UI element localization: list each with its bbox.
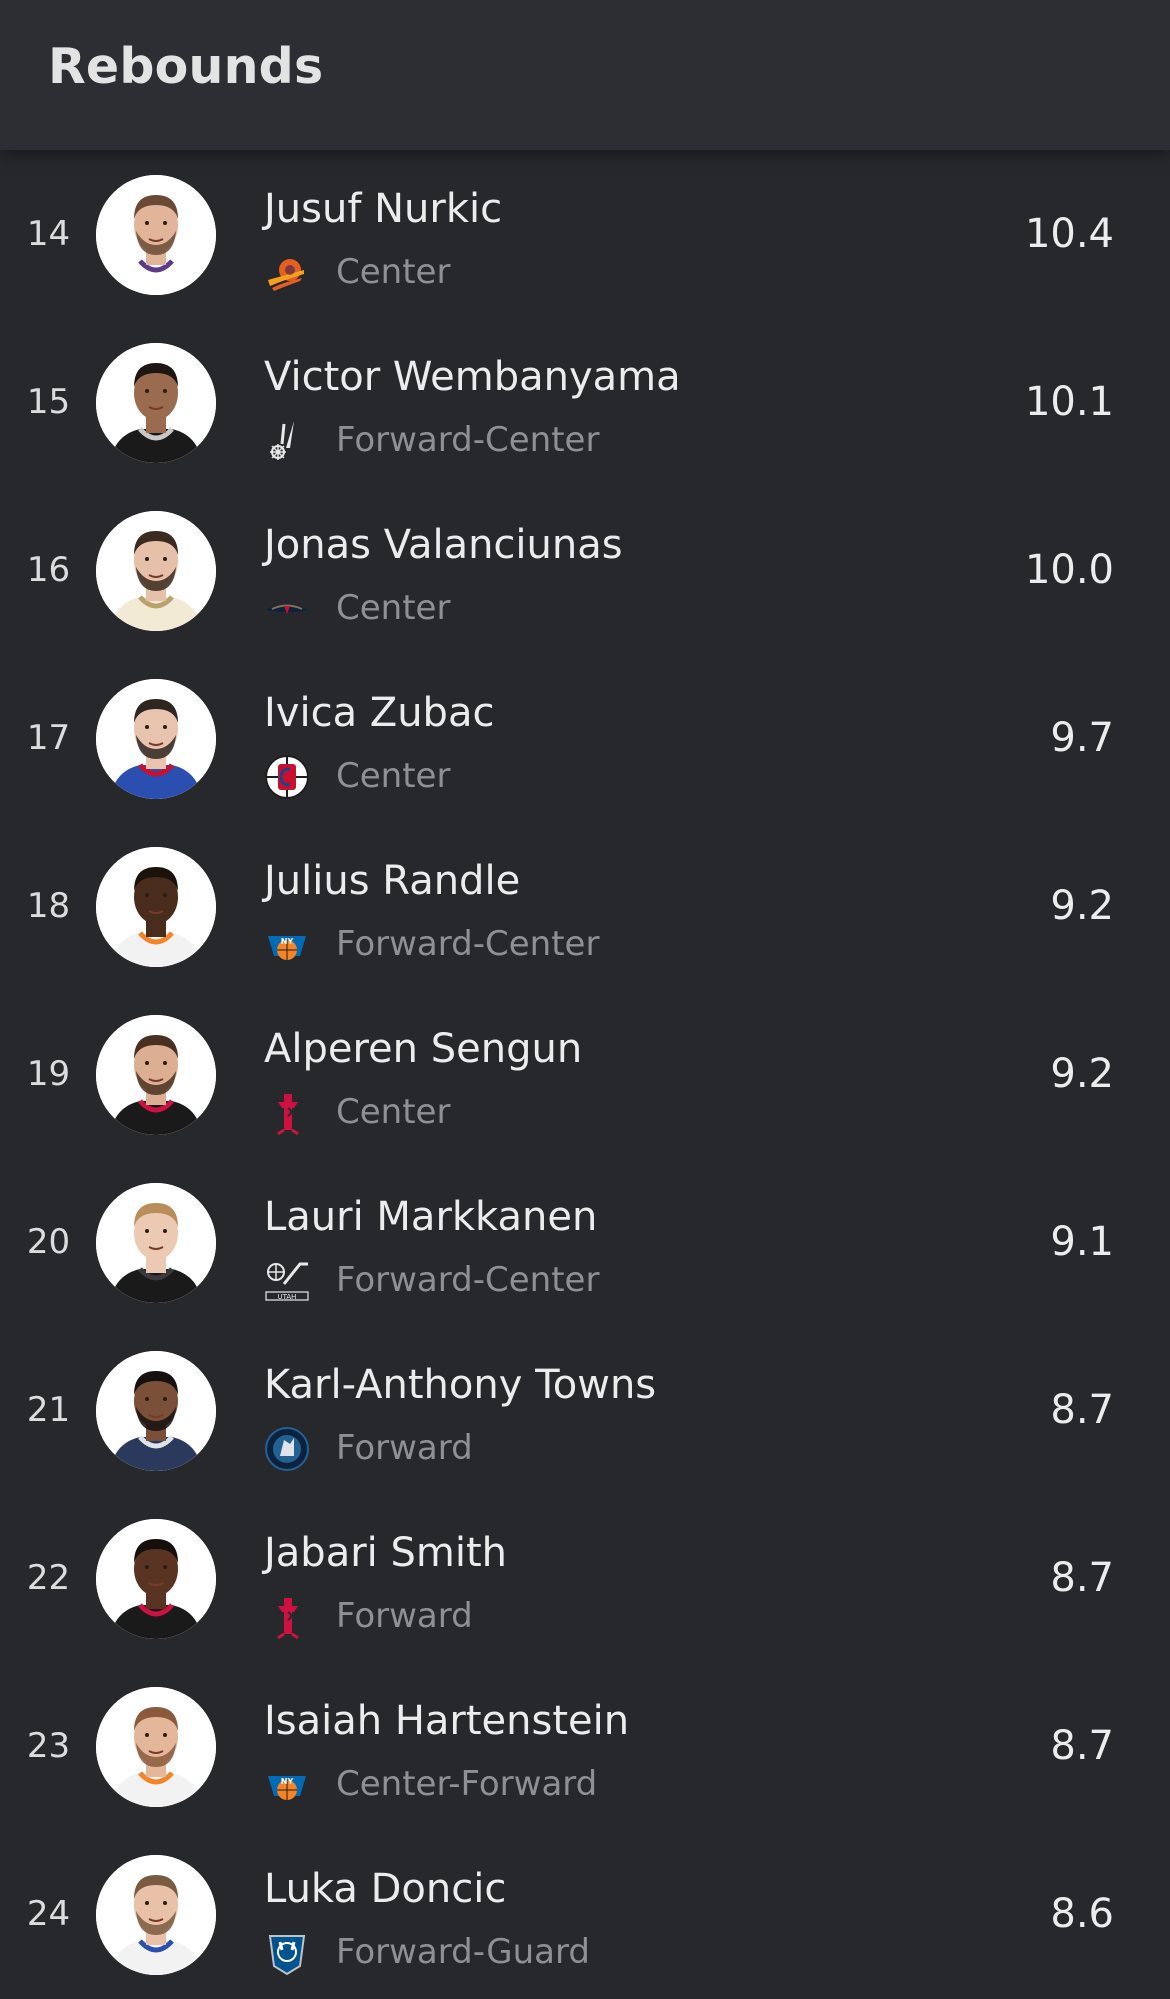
player-position: Forward-Center (336, 420, 600, 460)
player-position: Center (336, 588, 451, 628)
list-item[interactable]: 17 Ivica Zubac Center 9.7 (0, 654, 1170, 822)
player-position: Forward-Guard (336, 1932, 590, 1972)
player-position: Forward-Center (336, 924, 600, 964)
list-item[interactable]: 19 Alperen Sengun Center 9.2 (0, 990, 1170, 1158)
rebounds-value: 8.6 (1050, 1891, 1114, 1937)
player-avatar (96, 679, 216, 799)
spurs-logo-icon (264, 418, 310, 464)
player-avatar (96, 1183, 216, 1303)
list-item[interactable]: 15 Victor Wembanyama Forward-Center 10.1 (0, 318, 1170, 486)
svg-text:UTAH: UTAH (278, 1293, 297, 1301)
rebounds-value: 10.0 (1024, 547, 1114, 593)
player-position: Center (336, 1092, 451, 1132)
rebounds-value: 10.1 (1024, 379, 1114, 425)
player-avatar (96, 175, 216, 295)
svg-text:NY: NY (281, 937, 294, 946)
rebounds-value: 10.4 (1024, 211, 1114, 257)
player-avatar (96, 511, 216, 631)
player-position: Center (336, 756, 451, 796)
rebounds-value: 8.7 (1050, 1723, 1114, 1769)
player-name: Lauri Markkanen (264, 1194, 598, 1240)
rockets-logo-icon (264, 1090, 310, 1136)
rank-number: 18 (26, 886, 71, 926)
rockets-logo-icon (264, 1594, 310, 1640)
player-name: Luka Doncic (264, 1866, 507, 1912)
rank-number: 24 (26, 1894, 71, 1934)
player-name: Jonas Valanciunas (264, 522, 623, 568)
player-name: Victor Wembanyama (264, 354, 681, 400)
svg-text:NY: NY (281, 1777, 294, 1786)
list-item[interactable]: 14 Jusuf Nurkic Center 10.4 (0, 150, 1170, 318)
player-avatar (96, 1519, 216, 1639)
player-avatar (96, 343, 216, 463)
list-item[interactable]: 20 Lauri Markkanen UTAH Forward-Center 9.1 (0, 1158, 1170, 1326)
rank-number: 21 (26, 1390, 71, 1430)
player-name: Jabari Smith (264, 1530, 507, 1576)
player-avatar (96, 1687, 216, 1807)
rebounds-value: 8.7 (1050, 1387, 1114, 1433)
knicks-logo-icon: NY (264, 922, 310, 968)
rank-number: 23 (26, 1726, 71, 1766)
player-name: Jusuf Nurkic (264, 186, 503, 232)
rebounds-value: 9.2 (1050, 1051, 1114, 1097)
rebounds-value: 8.7 (1050, 1555, 1114, 1601)
player-position: Center (336, 252, 451, 292)
leaderboard-header: Rebounds (0, 0, 1170, 150)
rank-number: 20 (26, 1222, 71, 1262)
player-avatar (96, 847, 216, 967)
rank-number: 14 (26, 214, 71, 254)
player-name: Alperen Sengun (264, 1026, 583, 1072)
clippers-logo-icon (264, 754, 310, 800)
list-item[interactable]: 18 Julius Randle NY Forward-Center 9.2 (0, 822, 1170, 990)
rank-number: 19 (26, 1054, 71, 1094)
timberwolves-logo-icon (264, 1426, 310, 1472)
rank-number: 22 (26, 1558, 71, 1598)
rank-number: 17 (26, 718, 71, 758)
rank-number: 15 (26, 382, 71, 422)
player-position: Forward (336, 1596, 473, 1636)
jazz-logo-icon: UTAH (264, 1258, 310, 1304)
player-avatar (96, 1015, 216, 1135)
page-title: Rebounds (48, 38, 324, 95)
player-position: Forward-Center (336, 1260, 600, 1300)
player-avatar (96, 1855, 216, 1975)
rebounds-value: 9.2 (1050, 883, 1114, 929)
rank-number: 16 (26, 550, 71, 590)
list-item[interactable]: 16 Jonas Valanciunas Center 10.0 (0, 486, 1170, 654)
pelicans-logo-icon (264, 586, 310, 632)
player-name: Isaiah Hartenstein (264, 1698, 630, 1744)
mavericks-logo-icon (264, 1930, 310, 1976)
player-position: Center-Forward (336, 1764, 598, 1804)
suns-logo-icon (264, 250, 310, 296)
player-avatar (96, 1351, 216, 1471)
knicks-logo-icon: NY (264, 1762, 310, 1808)
player-position: Forward (336, 1428, 473, 1468)
list-item[interactable]: 22 Jabari Smith Forward 8.7 (0, 1494, 1170, 1662)
list-item[interactable]: 23 Isaiah Hartenstein NY Center-Forward 8.7 (0, 1662, 1170, 1830)
list-item[interactable]: 21 Karl-Anthony Towns Forward 8.7 (0, 1326, 1170, 1494)
player-name: Julius Randle (264, 858, 521, 904)
list-item[interactable]: 24 Luka Doncic Forward-Guard 8.6 (0, 1830, 1170, 1998)
rebounds-value: 9.7 (1050, 715, 1114, 761)
player-name: Ivica Zubac (264, 690, 495, 736)
player-name: Karl-Anthony Towns (264, 1362, 657, 1408)
player-list: 14 Jusuf Nurkic Center 10.4 15 Victor Wembany… (0, 150, 1170, 1998)
rebounds-value: 9.1 (1050, 1219, 1114, 1265)
